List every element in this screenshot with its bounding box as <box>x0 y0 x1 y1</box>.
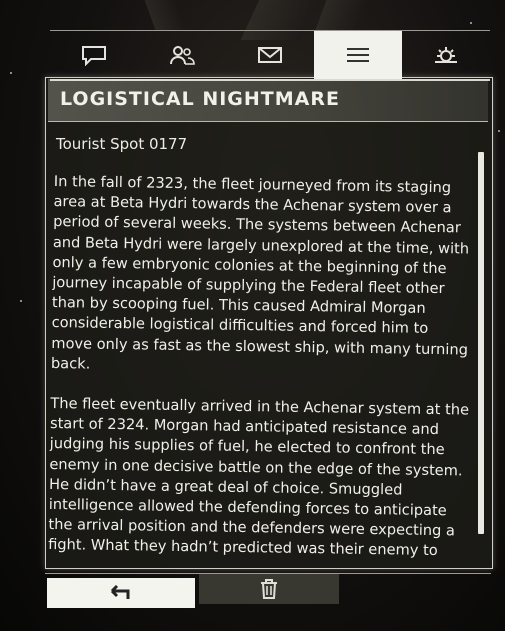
delete-button[interactable] <box>199 574 339 604</box>
tab-settings[interactable] <box>402 31 490 79</box>
trash-icon <box>261 579 277 599</box>
star <box>470 22 472 24</box>
chat-icon <box>82 46 106 66</box>
body-paragraph: In the fall of 2323, the fleet journeyed… <box>50 172 470 373</box>
message-subject: Tourist Spot 0177 <box>56 135 188 153</box>
tab-messages-list[interactable] <box>314 31 402 79</box>
tab-chat[interactable] <box>50 31 138 79</box>
tab-inbox[interactable] <box>226 31 314 79</box>
back-arrow-icon <box>110 585 130 599</box>
message-body[interactable]: In the fall of 2323, the fleet journeyed… <box>48 172 474 561</box>
message-title: LOGISTICAL NIGHTMARE <box>60 88 340 110</box>
settings-icon <box>435 47 457 63</box>
tab-bar <box>50 30 490 81</box>
mail-icon <box>258 47 282 63</box>
star <box>498 130 500 132</box>
contacts-icon <box>170 46 195 65</box>
star <box>20 300 22 302</box>
tab-contacts[interactable] <box>138 31 226 79</box>
scrollbar[interactable] <box>478 152 484 534</box>
back-button[interactable] <box>47 578 195 608</box>
body-paragraph: The fleet eventually arrived in the Ache… <box>48 395 470 561</box>
list-icon <box>347 48 369 62</box>
cockpit-strut <box>144 0 186 30</box>
star <box>10 72 12 74</box>
